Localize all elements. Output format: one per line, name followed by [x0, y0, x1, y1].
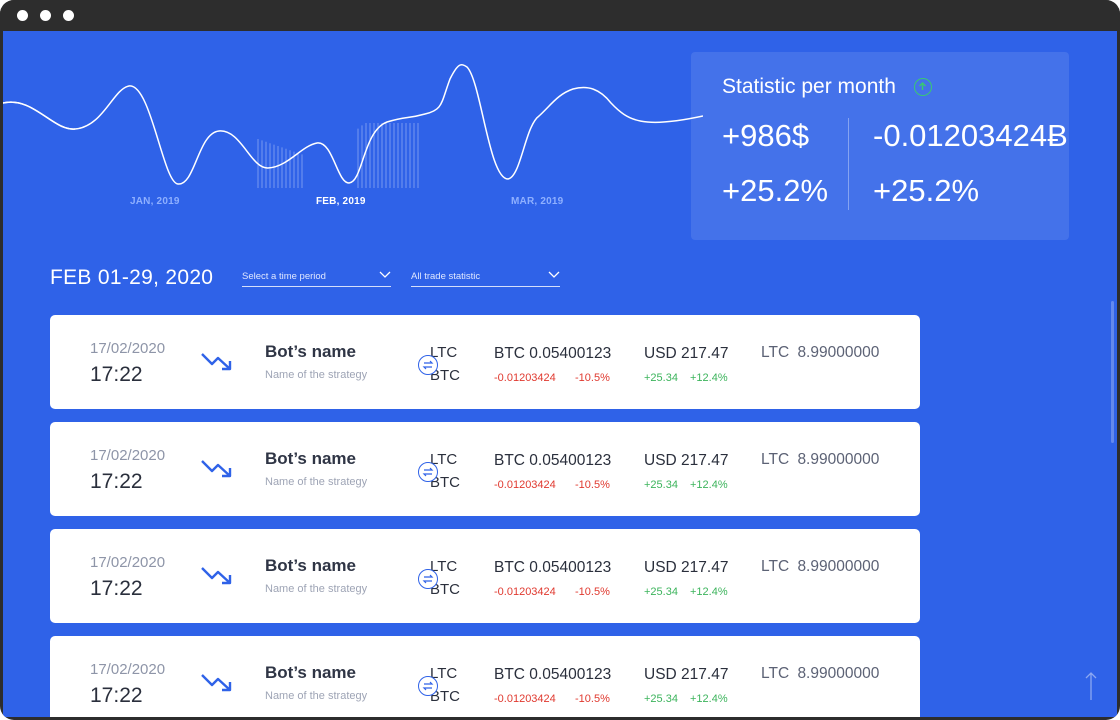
trade-statistic-select[interactable]: All trade statistic	[411, 271, 560, 287]
trend-down-icon	[201, 460, 232, 478]
time-period-placeholder: Select a time period	[242, 271, 326, 282]
trade-row[interactable]: 17/02/2020 17:22 Bot’s name Name of the …	[50, 422, 920, 516]
usd-percent: +12.4%	[690, 693, 728, 705]
time-period-select[interactable]: Select a time period	[242, 271, 391, 287]
usd-amount: USD 217.47	[644, 559, 729, 576]
btc-change: -0.01203424	[494, 586, 556, 598]
trade-date: 17/02/2020	[90, 447, 166, 464]
trade-time: 17:22	[90, 577, 143, 600]
trade-date: 17/02/2020	[90, 554, 166, 571]
usd-amount: USD 217.47	[644, 452, 729, 469]
usd-amount: USD 217.47	[644, 666, 729, 683]
arrow-up-circle-icon	[914, 78, 932, 96]
chevron-down-icon	[548, 271, 560, 278]
usd-change: +25.34	[644, 372, 678, 384]
usd-change: +25.34	[644, 693, 678, 705]
swap-icon[interactable]	[418, 355, 438, 375]
btc-percent: -10.5%	[575, 693, 610, 705]
btc-amount: BTC 0.05400123	[494, 559, 612, 576]
strategy-name: Name of the strategy	[265, 583, 368, 595]
trade-statistic-value: All trade statistic	[411, 271, 481, 282]
trade-time: 17:22	[90, 470, 143, 493]
trade-row[interactable]: 17/02/2020 17:22 Bot’s name Name of the …	[50, 315, 920, 409]
btc-percent: -10.5%	[575, 479, 610, 491]
strategy-name: Name of the strategy	[265, 476, 368, 488]
usd-change: +25.34	[644, 586, 678, 598]
window-titlebar	[0, 0, 1120, 31]
period-title: FEB 01-29, 2020	[50, 266, 214, 289]
btc-amount: BTC 0.05400123	[494, 452, 612, 469]
browser-window: JAN, 2019 FEB, 2019 MAR, 2019 Statistic …	[0, 0, 1120, 720]
strategy-name: Name of the strategy	[265, 369, 368, 381]
usd-percent: +12.4%	[690, 372, 728, 384]
window-dot-icon[interactable]	[63, 10, 74, 21]
swap-icon[interactable]	[418, 462, 438, 482]
statistic-title: Statistic per month	[722, 75, 896, 98]
chart-line-start	[3, 101, 76, 130]
trade-time: 17:22	[90, 363, 143, 386]
trade-time: 17:22	[90, 684, 143, 707]
btc-change: -0.01203424	[494, 693, 556, 705]
stat-btc-percent: +25.2%	[873, 173, 980, 208]
month-label-mar[interactable]: MAR, 2019	[511, 196, 563, 207]
trade-row[interactable]: 17/02/2020 17:22 Bot’s name Name of the …	[50, 529, 920, 623]
arrow-up-icon[interactable]	[1084, 671, 1098, 701]
trade-row[interactable]: 17/02/2020 17:22 Bot’s name Name of the …	[50, 636, 920, 717]
chart-line	[3, 64, 703, 185]
bot-name[interactable]: Bot’s name	[265, 556, 356, 576]
trade-date: 17/02/2020	[90, 340, 166, 357]
usd-change: +25.34	[644, 479, 678, 491]
btc-percent: -10.5%	[575, 586, 610, 598]
usd-amount: USD 217.47	[644, 345, 729, 362]
ltc-amount: LTC 8.99000000	[761, 558, 880, 575]
trend-down-icon	[201, 567, 232, 585]
swap-icon[interactable]	[418, 569, 438, 589]
window-dot-icon[interactable]	[17, 10, 28, 21]
statistic-card: Statistic per month +986$ -0.01203424Ƀ +…	[691, 52, 1069, 240]
trend-down-icon	[201, 674, 232, 692]
trend-down-icon	[201, 353, 232, 371]
bot-name[interactable]: Bot’s name	[265, 663, 356, 683]
trade-date: 17/02/2020	[90, 661, 166, 678]
chart-highlight-bars	[257, 123, 419, 188]
stat-usd-value: +986$	[722, 118, 810, 153]
ltc-amount: LTC 8.99000000	[761, 344, 880, 361]
stat-btc-value: -0.01203424Ƀ	[873, 118, 1068, 153]
btc-percent: -10.5%	[575, 372, 610, 384]
strategy-name: Name of the strategy	[265, 690, 368, 702]
stat-divider	[848, 118, 849, 210]
bot-name[interactable]: Bot’s name	[265, 342, 356, 362]
usd-percent: +12.4%	[690, 479, 728, 491]
window-dot-icon[interactable]	[40, 10, 51, 21]
ltc-amount: LTC 8.99000000	[761, 665, 880, 682]
dashboard: JAN, 2019 FEB, 2019 MAR, 2019 Statistic …	[3, 31, 1117, 717]
btc-change: -0.01203424	[494, 372, 556, 384]
usd-percent: +12.4%	[690, 586, 728, 598]
btc-amount: BTC 0.05400123	[494, 666, 612, 683]
chevron-down-icon	[379, 271, 391, 278]
month-label-jan[interactable]: JAN, 2019	[130, 196, 180, 207]
scrollbar[interactable]	[1111, 301, 1114, 443]
bot-name[interactable]: Bot’s name	[265, 449, 356, 469]
ltc-amount: LTC 8.99000000	[761, 451, 880, 468]
month-label-feb[interactable]: FEB, 2019	[316, 196, 366, 207]
btc-amount: BTC 0.05400123	[494, 345, 612, 362]
stat-usd-percent: +25.2%	[722, 173, 829, 208]
btc-change: -0.01203424	[494, 479, 556, 491]
swap-icon[interactable]	[418, 676, 438, 696]
